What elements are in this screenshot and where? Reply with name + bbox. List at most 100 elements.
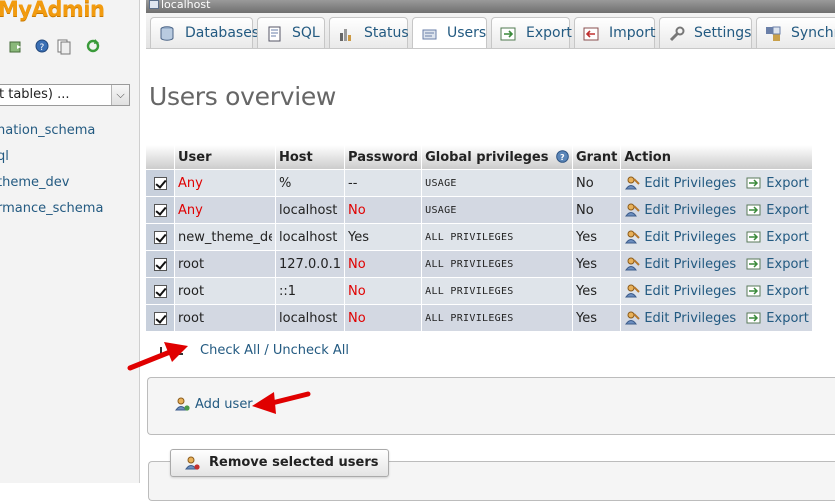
database-list: nation_schema ql theme_dev rmance_schema: [0, 123, 106, 227]
remove-selected-users-button[interactable]: Remove selected users: [170, 449, 390, 477]
host-cell: 127.0.0.1: [276, 250, 346, 277]
navigation-panel: MyAdmin ? t tables) ... ⌵ nation_schema …: [0, 0, 140, 483]
database-item[interactable]: nation_schema: [0, 123, 106, 149]
uncheck-all-link[interactable]: Uncheck All: [273, 343, 349, 358]
table-row: Any % -- USAGE No Edit Privileges Export: [146, 169, 813, 196]
export-user-link[interactable]: Export: [746, 176, 809, 191]
table-row: new_theme_dev localhost Yes ALL PRIVILEG…: [146, 223, 813, 250]
row-checkbox[interactable]: [154, 311, 167, 325]
edit-privileges-icon: [625, 257, 641, 271]
add-user-icon: [175, 397, 190, 411]
export-icon: [746, 285, 761, 297]
column-header-password[interactable]: Password: [345, 145, 423, 169]
reload-icon[interactable]: [86, 39, 100, 53]
action-cell: Edit Privileges Export: [621, 277, 813, 304]
database-select[interactable]: t tables) ... ⌵: [0, 84, 130, 106]
edit-privileges-link[interactable]: Edit Privileges: [624, 230, 736, 245]
row-checkbox[interactable]: [154, 230, 167, 244]
database-item[interactable]: theme_dev: [0, 175, 106, 201]
user-cell: new_theme_dev: [175, 223, 276, 250]
action-cell: Edit Privileges Export: [621, 196, 813, 223]
sql-icon: [268, 26, 281, 42]
edit-privileges-link[interactable]: Edit Privileges: [624, 257, 736, 272]
svg-text:?: ?: [560, 153, 565, 162]
export-icon: [500, 27, 516, 41]
tab-databases[interactable]: Databases: [150, 17, 259, 48]
tab-users[interactable]: Users: [412, 17, 487, 48]
edit-privileges-icon: [625, 176, 641, 190]
check-all-controls: Check All / Uncheck All: [200, 343, 349, 358]
tab-export[interactable]: Export: [491, 17, 572, 48]
edit-privileges-link[interactable]: Edit Privileges: [624, 203, 736, 218]
tab-status[interactable]: Status: [329, 17, 409, 48]
database-item[interactable]: ql: [0, 149, 106, 175]
sync-icon: [766, 26, 781, 41]
export-user-link[interactable]: Export: [746, 257, 809, 272]
chevron-down-icon: ⌵: [111, 85, 129, 105]
privileges-cell: ALL PRIVILEGES: [422, 223, 574, 250]
row-checkbox[interactable]: [154, 284, 167, 298]
export-user-link[interactable]: Export: [746, 284, 809, 299]
users-table: User Host Password Global privileges ? G…: [146, 145, 813, 331]
action-cell: Edit Privileges Export: [621, 304, 813, 331]
add-user-link[interactable]: Add user: [175, 397, 253, 412]
server-breadcrumb[interactable]: localhost: [146, 0, 835, 13]
edit-privileges-icon: [625, 230, 641, 244]
server-icon: [149, 0, 159, 9]
edit-privileges-link[interactable]: Edit Privileges: [624, 176, 736, 191]
export-icon: [746, 312, 761, 324]
row-checkbox[interactable]: [154, 176, 167, 190]
edit-privileges-link[interactable]: Edit Privileges: [624, 284, 736, 299]
export-icon: [746, 204, 761, 216]
tab-synchronize[interactable]: Synchro: [756, 17, 835, 48]
column-header-global-privileges[interactable]: Global privileges ?: [422, 145, 574, 169]
export-icon: [746, 231, 761, 243]
password-cell: No: [345, 277, 423, 304]
svg-text:?: ?: [40, 43, 45, 53]
edit-privileges-link[interactable]: Edit Privileges: [624, 311, 736, 326]
tab-sql[interactable]: SQL: [257, 17, 325, 48]
table-row: Any localhost No USAGE No Edit Privilege…: [146, 196, 813, 223]
users-icon: [422, 29, 437, 40]
password-cell: No: [345, 250, 423, 277]
column-header-host[interactable]: Host: [276, 145, 346, 169]
host-cell: %: [276, 169, 346, 196]
edit-privileges-icon: [625, 284, 641, 298]
page-title: Users overview: [149, 82, 337, 111]
privileges-cell: ALL PRIVILEGES: [422, 277, 574, 304]
home-icon[interactable]: [9, 39, 23, 53]
status-chart-icon: [340, 29, 351, 41]
help-icon[interactable]: ?: [35, 39, 49, 53]
action-cell: Edit Privileges Export: [621, 250, 813, 277]
annotation-arrow-icon: [252, 391, 311, 414]
phpmyadmin-logo[interactable]: MyAdmin: [0, 0, 105, 21]
column-header-grant: Grant: [573, 145, 622, 169]
row-checkbox[interactable]: [154, 257, 167, 271]
export-user-link[interactable]: Export: [746, 230, 809, 245]
database-select-value: t tables) ...: [0, 87, 70, 102]
column-header-user[interactable]: User: [175, 145, 276, 169]
user-cell: root: [175, 304, 276, 331]
privileges-cell: ALL PRIVILEGES: [422, 250, 574, 277]
table-header-row: User Host Password Global privileges ? G…: [146, 145, 813, 169]
export-user-link[interactable]: Export: [746, 311, 809, 326]
table-row: root localhost No ALL PRIVILEGES Yes Edi…: [146, 304, 813, 331]
database-item[interactable]: rmance_schema: [0, 201, 106, 227]
tab-settings[interactable]: Settings: [659, 17, 752, 48]
docs-icon[interactable]: [57, 39, 71, 55]
remove-user-icon: [185, 456, 200, 470]
export-user-link[interactable]: Export: [746, 203, 809, 218]
help-icon[interactable]: ?: [556, 149, 569, 163]
grant-cell: Yes: [573, 304, 622, 331]
password-cell: No: [345, 304, 423, 331]
host-cell: localhost: [276, 223, 346, 250]
user-cell: Any: [175, 196, 276, 223]
row-checkbox[interactable]: [154, 203, 167, 217]
check-all-link[interactable]: Check All: [200, 343, 260, 358]
password-cell: --: [345, 169, 423, 196]
user-cell: root: [175, 250, 276, 277]
edit-privileges-icon: [625, 311, 641, 325]
annotation-arrow-icon: [127, 342, 188, 371]
tab-import[interactable]: Import: [574, 17, 655, 48]
action-cell: Edit Privileges Export: [621, 169, 813, 196]
